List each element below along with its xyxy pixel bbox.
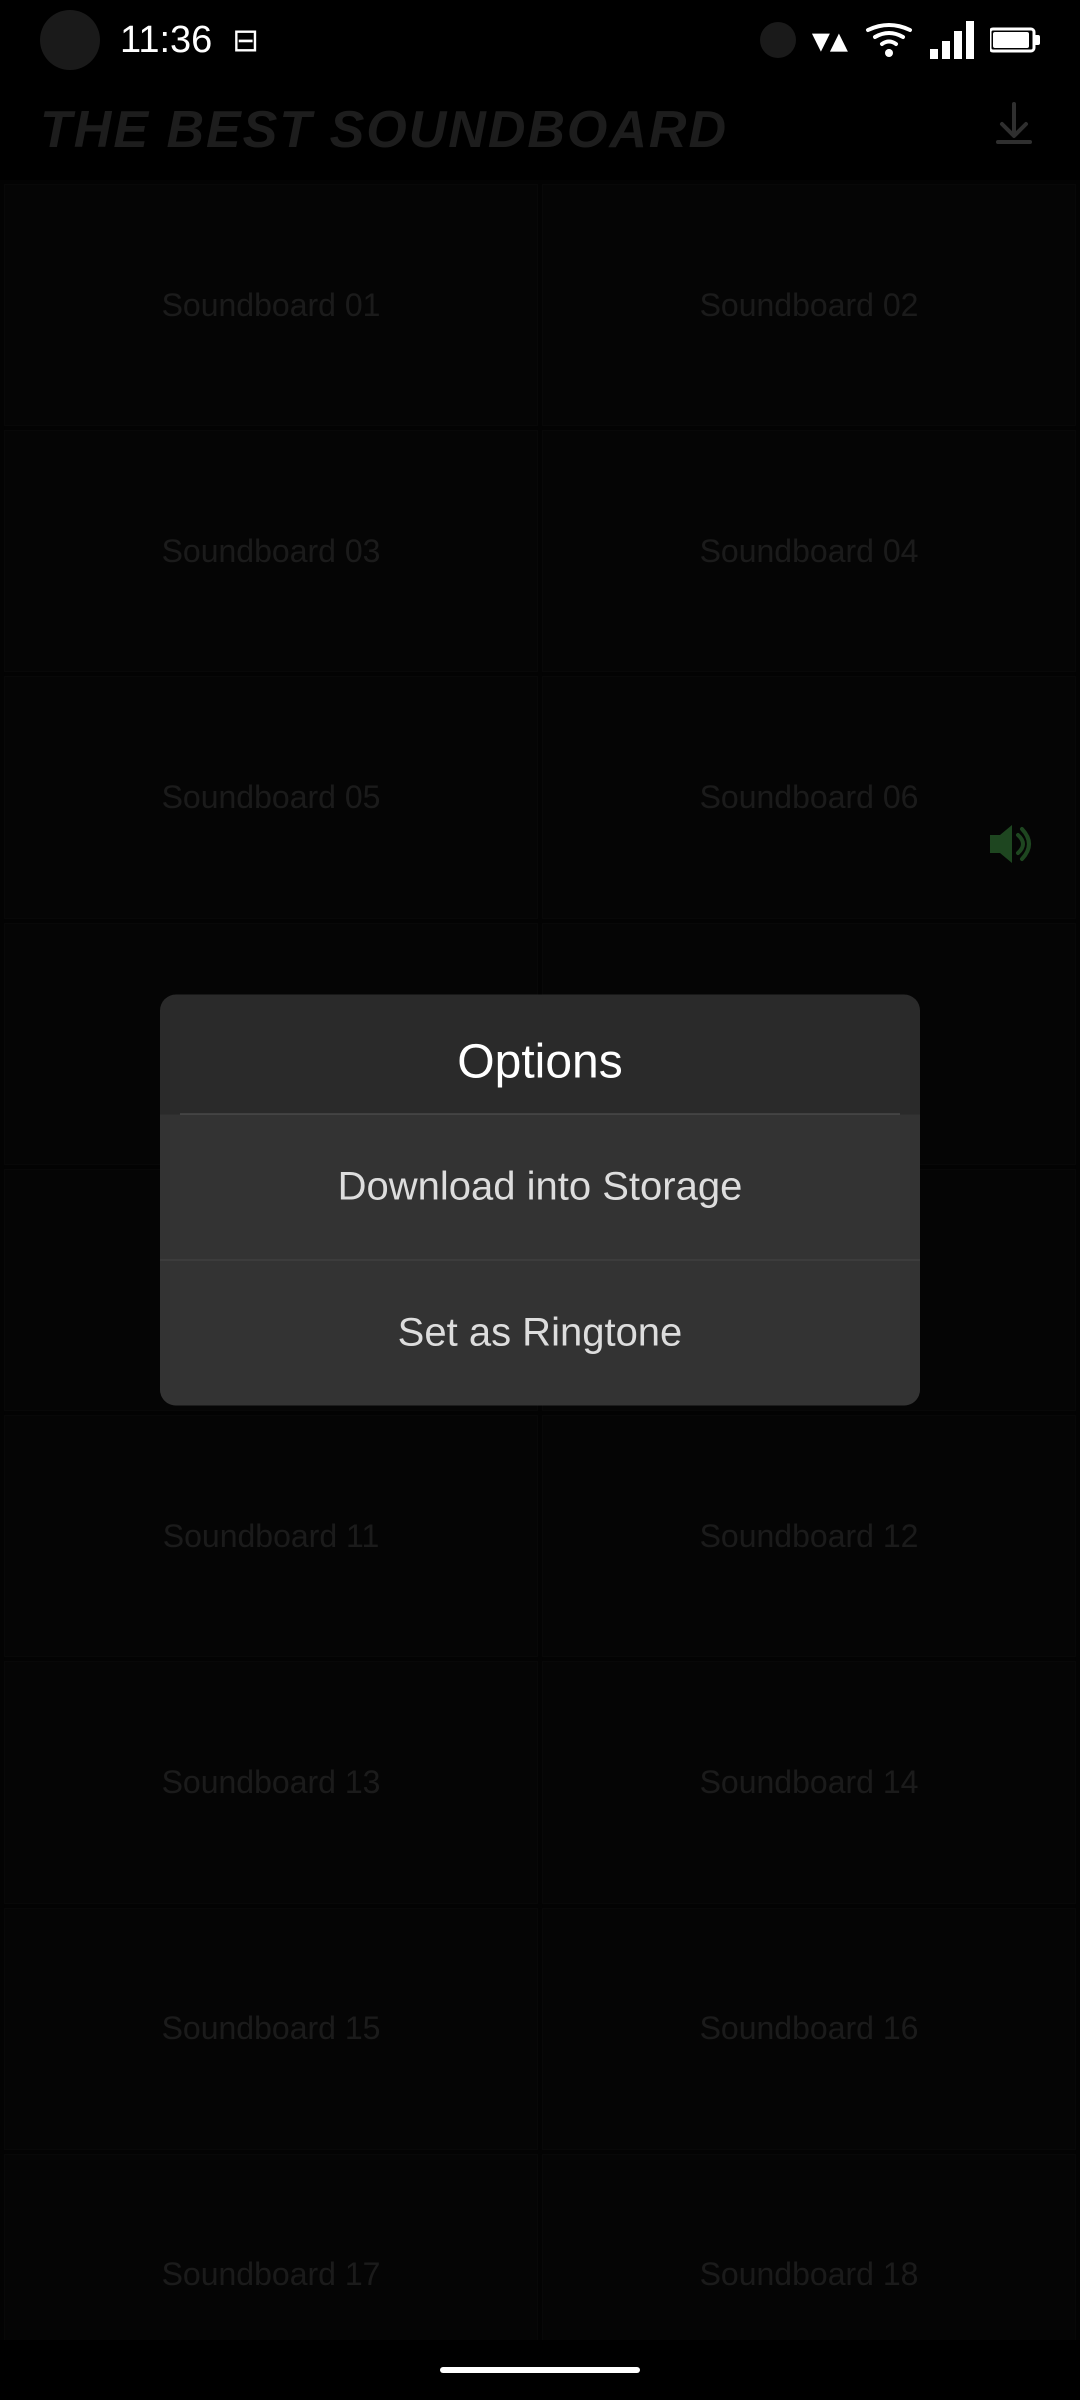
nav-home-indicator[interactable]	[440, 2367, 640, 2373]
signal-icon	[930, 21, 974, 59]
set-as-ringtone-button[interactable]: Set as Ringtone	[160, 1261, 920, 1406]
modal-overlay[interactable]: Options Download into Storage Set as Rin…	[0, 0, 1080, 2400]
options-dialog-title: Options	[160, 995, 920, 1114]
nav-bar	[0, 2340, 1080, 2400]
status-left: 11:36 ⊟	[40, 10, 259, 70]
wifi-icon	[864, 21, 914, 59]
download-into-storage-button[interactable]: Download into Storage	[160, 1115, 920, 1261]
status-circle-icon	[40, 10, 100, 70]
status-time: 11:36	[120, 19, 212, 62]
options-dialog: Options Download into Storage Set as Rin…	[160, 995, 920, 1406]
camera-dot	[760, 22, 796, 58]
battery-icon	[990, 25, 1040, 55]
wifi-icon: ▾▴	[812, 19, 848, 61]
notification-icon: ⊟	[232, 21, 259, 59]
status-bar: 11:36 ⊟ ▾▴	[0, 0, 1080, 80]
status-right: ▾▴	[760, 19, 1040, 61]
